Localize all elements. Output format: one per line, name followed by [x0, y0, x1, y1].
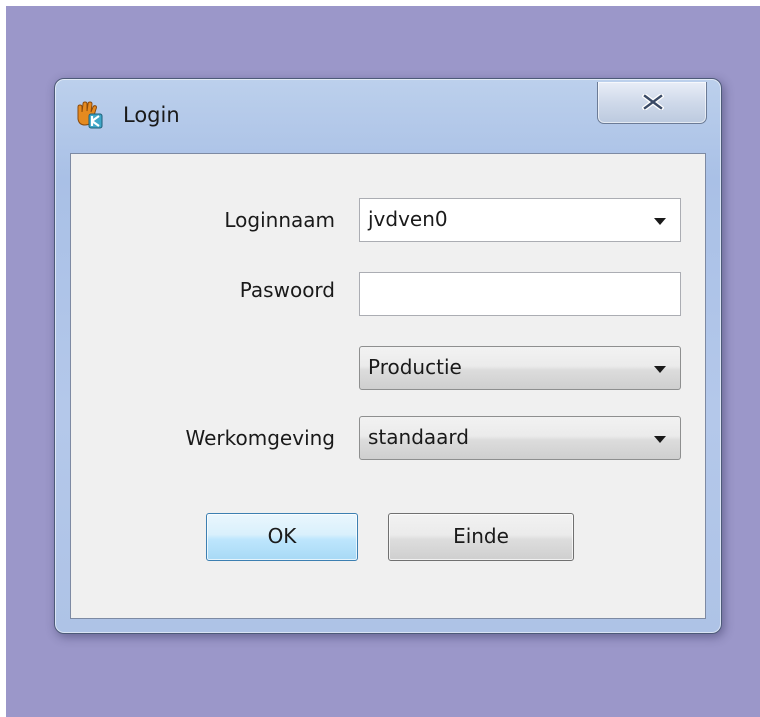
loginnaam-combo[interactable]: jvdven0 — [359, 198, 681, 242]
loginnaam-value: jvdven0 — [368, 207, 448, 231]
paswoord-input[interactable] — [359, 272, 681, 316]
chevron-down-icon — [654, 366, 666, 373]
werkomgeving-value: standaard — [368, 425, 469, 449]
title-bar[interactable]: Login — [55, 79, 721, 145]
ok-button[interactable]: OK — [206, 513, 358, 561]
omgeving-select[interactable]: Productie — [359, 346, 681, 390]
chevron-down-icon — [654, 436, 666, 443]
app-hand-k-icon — [75, 101, 103, 129]
werkomgeving-select[interactable]: standaard — [359, 416, 681, 460]
einde-button[interactable]: Einde — [388, 513, 574, 561]
window-title: Login — [123, 103, 180, 127]
login-dialog: Login Loginnaam jvdven0 Paswoord Product… — [54, 78, 722, 634]
werkomgeving-label: Werkomgeving — [185, 426, 335, 450]
chevron-down-icon[interactable] — [654, 218, 666, 225]
loginnaam-label: Loginnaam — [224, 208, 335, 232]
paswoord-label: Paswoord — [239, 278, 335, 302]
omgeving-value: Productie — [368, 355, 462, 379]
close-icon — [642, 94, 664, 110]
close-button[interactable] — [597, 82, 707, 124]
